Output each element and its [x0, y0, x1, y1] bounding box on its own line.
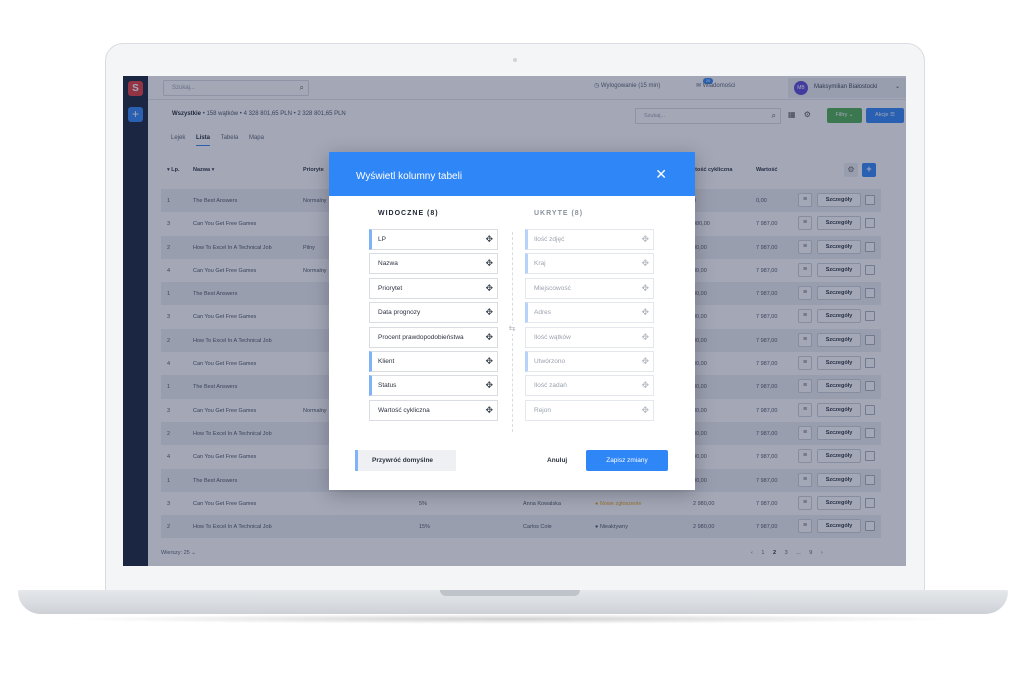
- visible-column-item[interactable]: Wartość cykliczna ✥: [369, 399, 498, 421]
- hidden-column-label: Kraj: [534, 260, 546, 268]
- close-icon[interactable]: ✕: [655, 166, 667, 182]
- visible-column-item[interactable]: Nazwa ✥: [369, 253, 498, 275]
- hidden-column-label: Miejscowość: [534, 284, 571, 292]
- visible-columns-list: LP ✥ Nazwa ✥ Priorytet ✥ Data prognozy ✥ Procent…: [369, 229, 498, 424]
- visible-column-label: Wartość cykliczna: [378, 406, 430, 414]
- modal-title: Wyświetl kolumny tabeli: [356, 171, 463, 182]
- cancel-button[interactable]: Anuluj: [547, 457, 567, 464]
- visible-column-item[interactable]: Priorytet ✥: [369, 277, 498, 299]
- visible-column-label: Procent prawdopodobieństwa: [378, 333, 464, 341]
- visible-column-label: Nazwa: [378, 260, 398, 268]
- modal-header: Wyświetl kolumny tabeli ✕: [329, 152, 695, 196]
- swap-icon: ⇆: [507, 324, 517, 334]
- laptop-notch: [440, 590, 580, 596]
- move-icon[interactable]: ✥: [485, 258, 493, 268]
- hidden-column-item[interactable]: Utwórzono ✥: [525, 350, 654, 372]
- visible-column-item[interactable]: Data prognozy ✥: [369, 302, 498, 324]
- visible-column-item[interactable]: Klient ✥: [369, 350, 498, 372]
- move-icon[interactable]: ✥: [641, 234, 649, 244]
- visible-columns-title: WIDOCZNE (8): [378, 210, 439, 217]
- visible-column-label: Data prognozy: [378, 309, 421, 317]
- restore-defaults-button[interactable]: Przywróć domyślne: [355, 450, 456, 471]
- hidden-column-item[interactable]: Miejscowość ✥: [525, 277, 654, 299]
- hidden-columns-list: Ilość zdjęć ✥ Kraj ✥ Miejscowość ✥ Adres ✥ Ilość…: [525, 229, 654, 424]
- hidden-column-label: Rejon: [534, 406, 551, 414]
- hidden-column-item[interactable]: Adres ✥: [525, 302, 654, 324]
- hidden-column-label: Ilość zdjęć: [534, 236, 565, 243]
- move-icon[interactable]: ✥: [641, 283, 649, 293]
- move-icon[interactable]: ✥: [485, 332, 493, 342]
- move-icon[interactable]: ✥: [485, 356, 493, 366]
- visible-column-label: Status: [378, 382, 397, 390]
- hidden-column-label: Adres: [534, 309, 551, 317]
- hidden-column-item[interactable]: Ilość wątków ✥: [525, 326, 654, 348]
- visible-column-item[interactable]: Procent prawdopodobieństwa ✥: [369, 326, 498, 348]
- visible-column-label: Priorytet: [378, 284, 403, 292]
- hidden-columns-title: UKRYTE (8): [534, 210, 584, 217]
- hidden-column-item[interactable]: Ilość zadań ✥: [525, 375, 654, 397]
- hidden-column-item[interactable]: Kraj ✥: [525, 253, 654, 275]
- visible-column-item[interactable]: LP ✥: [369, 229, 498, 250]
- move-icon[interactable]: ✥: [641, 307, 649, 317]
- visible-column-label: LP: [378, 236, 386, 243]
- hidden-column-label: Ilość zadań: [534, 382, 567, 390]
- move-icon[interactable]: ✥: [641, 405, 649, 415]
- visible-column-item[interactable]: Status ✥: [369, 375, 498, 397]
- save-button[interactable]: Zapisz zmiany: [586, 450, 668, 471]
- hidden-column-label: Ilość wątków: [534, 333, 571, 341]
- columns-modal: Wyświetl kolumny tabeli ✕ WIDOCZNE (8) U…: [329, 152, 695, 490]
- hidden-column-item[interactable]: Ilość zdjęć ✥: [525, 229, 654, 250]
- hidden-column-item[interactable]: Rejon ✥: [525, 399, 654, 421]
- move-icon[interactable]: ✥: [485, 234, 493, 244]
- move-icon[interactable]: ✥: [485, 405, 493, 415]
- move-icon[interactable]: ✥: [485, 307, 493, 317]
- laptop-camera: [513, 58, 517, 62]
- move-icon[interactable]: ✥: [485, 283, 493, 293]
- hidden-column-label: Utwórzono: [534, 357, 566, 365]
- laptop-shadow: [60, 614, 960, 624]
- move-icon[interactable]: ✥: [641, 332, 649, 342]
- app-screen: S + Szukaj... ⌕ ◷ Wylogowanie (15 min) 2…: [123, 76, 906, 566]
- move-icon[interactable]: ✥: [641, 380, 649, 390]
- visible-column-label: Klient: [378, 357, 395, 365]
- move-icon[interactable]: ✥: [641, 258, 649, 268]
- move-icon[interactable]: ✥: [485, 380, 493, 390]
- move-icon[interactable]: ✥: [641, 356, 649, 366]
